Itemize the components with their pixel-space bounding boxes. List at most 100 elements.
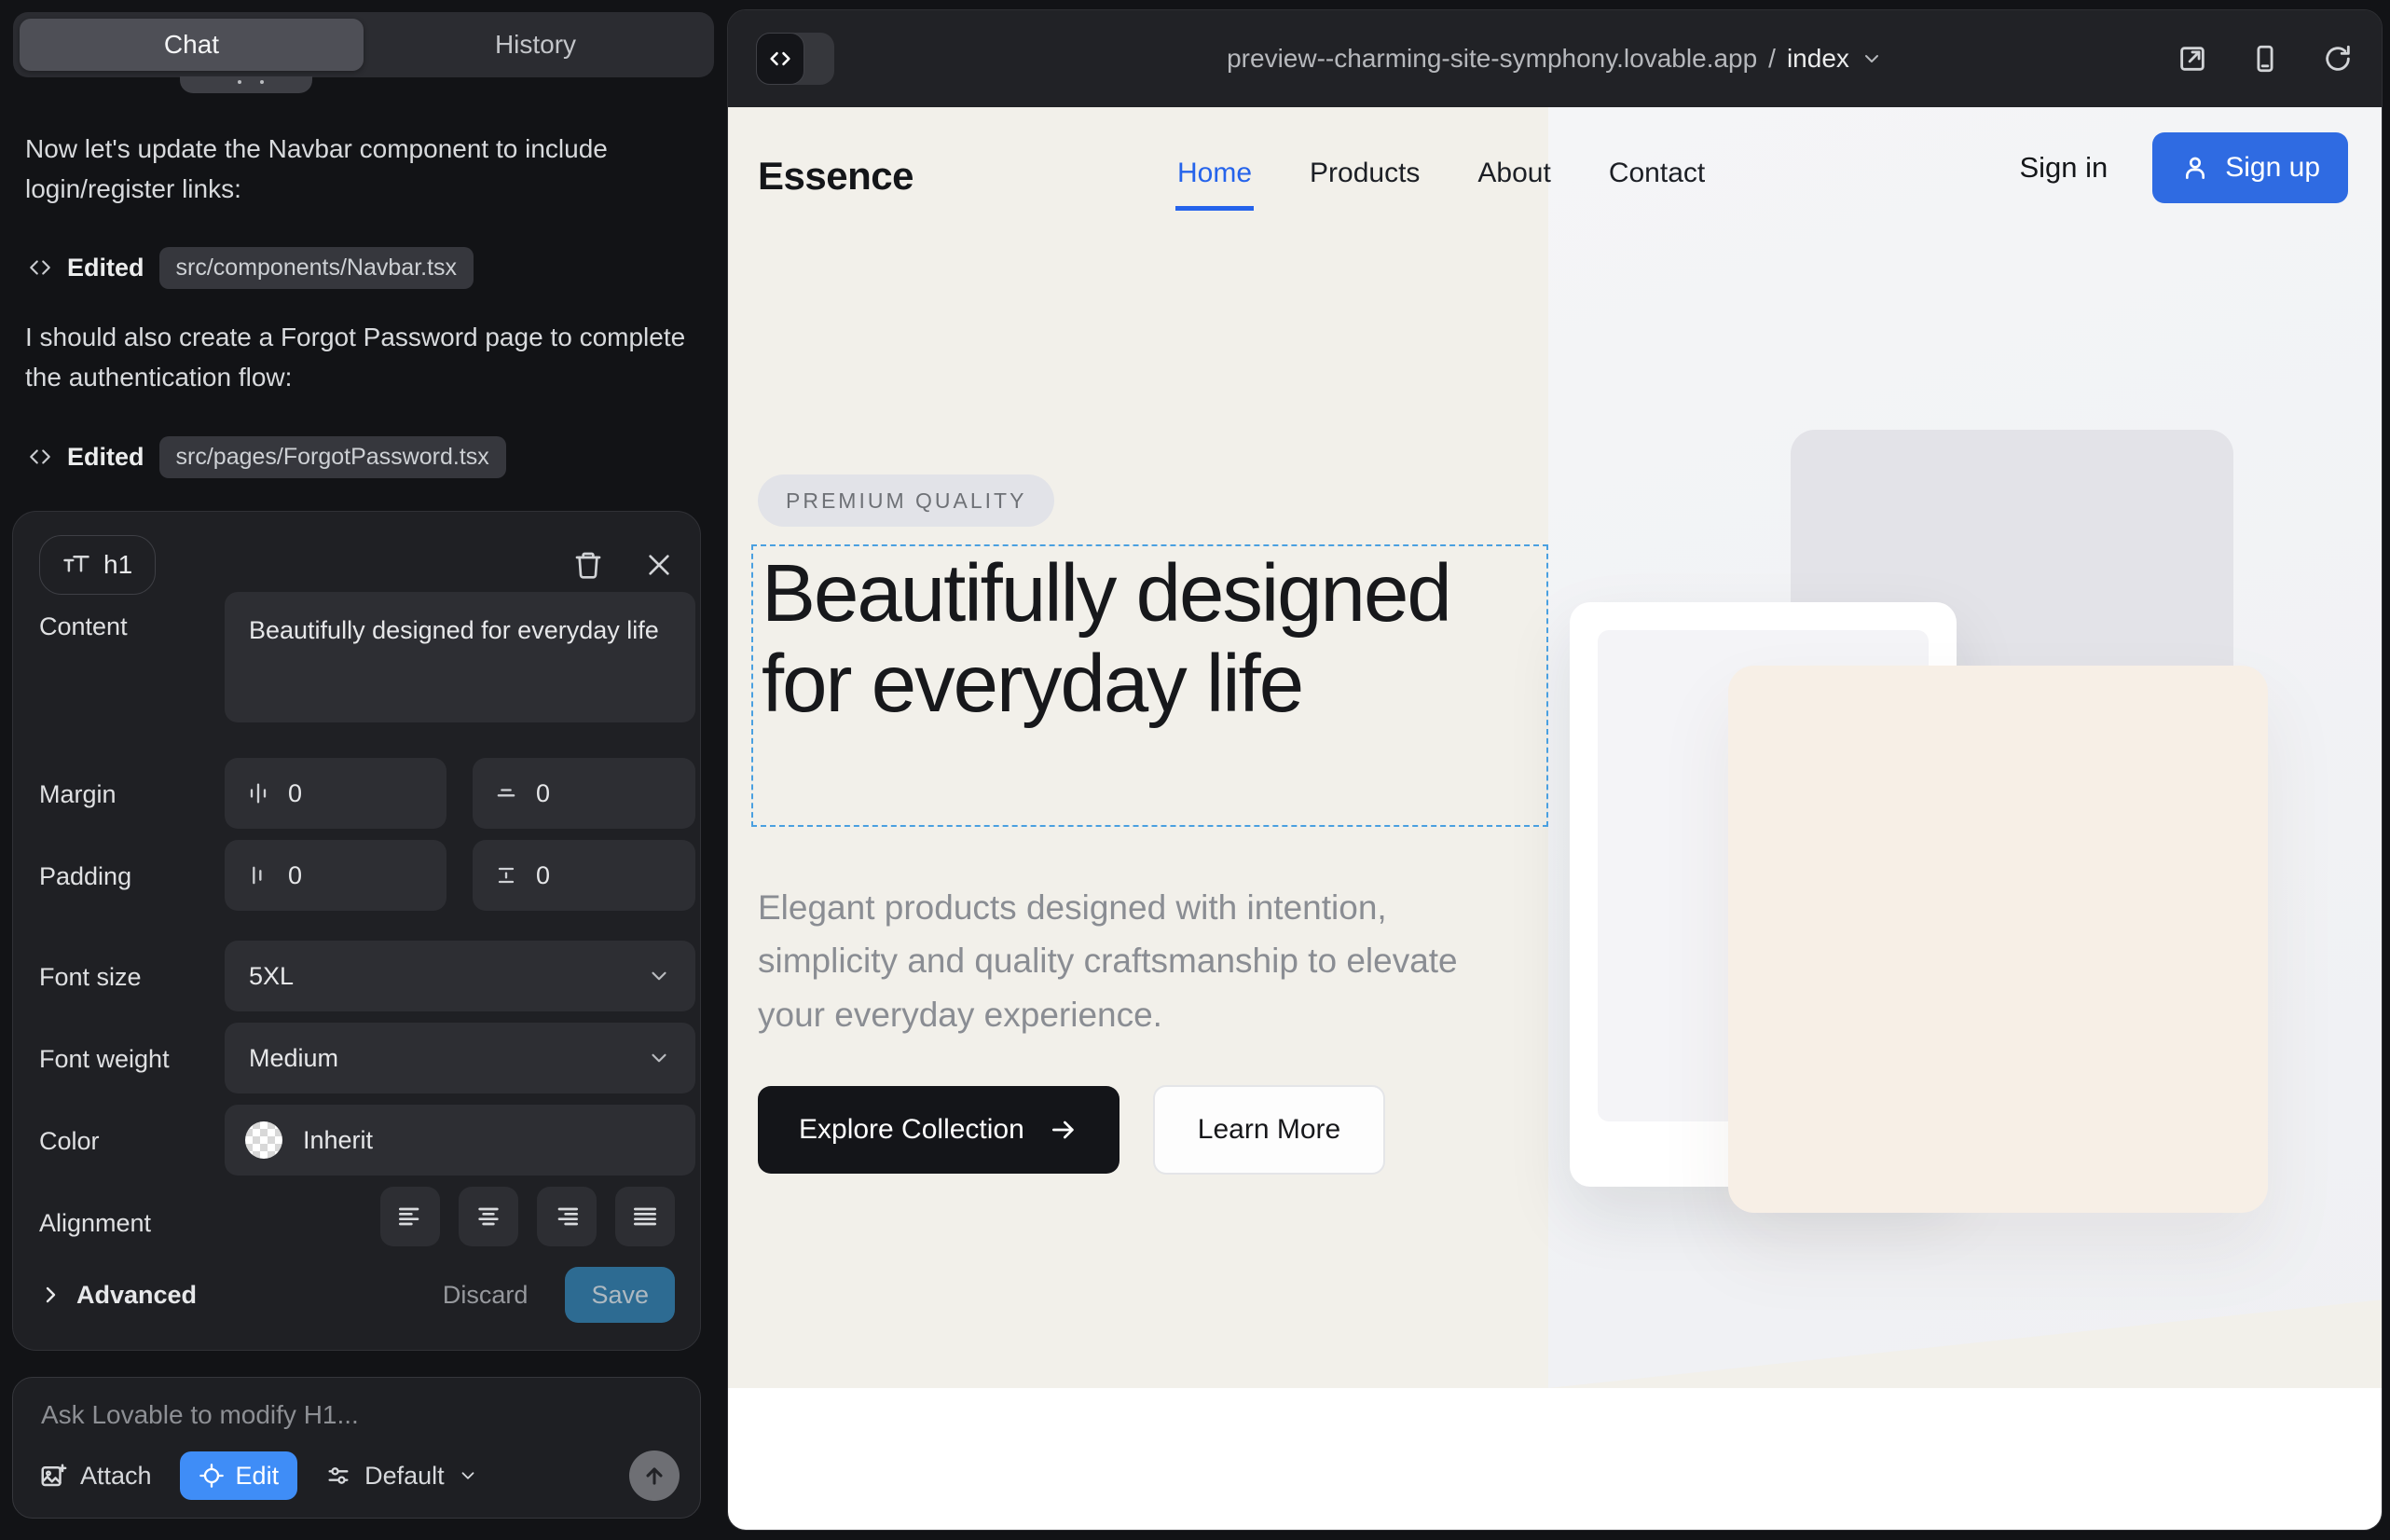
element-tag-label: h1	[103, 550, 132, 580]
open-in-new-tab-button[interactable]	[2177, 43, 2208, 75]
nav-link-products[interactable]: Products	[1308, 126, 1422, 211]
close-editor-button[interactable]	[644, 550, 674, 580]
color-select[interactable]: Inherit	[225, 1105, 695, 1176]
mode-label: Default	[364, 1462, 445, 1491]
model-selector[interactable]: Default	[325, 1462, 478, 1491]
font-weight-select[interactable]: Medium	[225, 1023, 695, 1093]
padding-y-input[interactable]: 0	[473, 840, 695, 911]
lovable-sidebar: Chat History Now let's update the Navbar…	[0, 0, 727, 1540]
margin-horizontal-icon	[245, 780, 271, 806]
element-editor-panel: h1 Content Beautifully designed for ever…	[12, 511, 701, 1351]
learn-more-button[interactable]: Learn More	[1153, 1085, 1385, 1175]
site-nav: Home Products About Contact	[1175, 107, 1707, 228]
nav-link-contact[interactable]: Contact	[1607, 126, 1707, 211]
file-path-pill[interactable]: src/pages/ForgotPassword.tsx	[159, 436, 506, 478]
refresh-icon	[2322, 43, 2354, 75]
decorative-card-cream	[1728, 666, 2268, 1213]
explore-collection-label: Explore Collection	[799, 1114, 1024, 1146]
sign-up-button[interactable]: Sign up	[2152, 132, 2348, 203]
font-weight-value: Medium	[249, 1044, 338, 1073]
chevron-down-icon	[458, 1465, 478, 1486]
sliders-icon	[325, 1463, 351, 1489]
alignment-label: Alignment	[39, 1209, 151, 1238]
code-icon	[28, 255, 52, 280]
chevron-right-icon	[39, 1284, 62, 1306]
nav-link-home[interactable]: Home	[1175, 126, 1254, 211]
code-view-button[interactable]	[756, 33, 804, 85]
smartphone-icon	[2249, 43, 2281, 75]
margin-vertical-icon	[493, 780, 519, 806]
margin-y-input[interactable]: 0	[473, 758, 695, 829]
explore-collection-button[interactable]: Explore Collection	[758, 1086, 1119, 1174]
tab-chat[interactable]: Chat	[20, 19, 364, 71]
view-toggle	[756, 33, 834, 85]
padding-vertical-icon	[493, 862, 519, 888]
margin-label: Margin	[39, 780, 117, 809]
margin-x-value: 0	[288, 779, 302, 808]
code-icon	[28, 445, 52, 469]
element-tag-badge[interactable]: h1	[39, 535, 156, 595]
url-page[interactable]: index	[1787, 44, 1849, 74]
margin-x-input[interactable]: 0	[225, 758, 446, 829]
edit-mode-button[interactable]: Edit	[180, 1451, 298, 1500]
edit-label: Edit	[236, 1462, 280, 1491]
typography-icon	[62, 551, 90, 579]
selected-element-outline[interactable]: Beautifully designed for everyday life	[751, 544, 1548, 827]
nav-link-about[interactable]: About	[1476, 126, 1552, 211]
advanced-toggle[interactable]: Advanced	[39, 1281, 197, 1310]
align-justify-button[interactable]	[615, 1187, 675, 1246]
content-label: Content	[39, 612, 128, 641]
advanced-label: Advanced	[76, 1281, 197, 1310]
assistant-message: Now let's update the Navbar component to…	[25, 129, 691, 210]
font-size-select[interactable]: 5XL	[225, 941, 695, 1011]
chevron-down-icon[interactable]	[1861, 48, 1883, 70]
url-bar: preview--charming-site-symphony.lovable.…	[728, 10, 2382, 107]
font-weight-label: Font weight	[39, 1045, 170, 1074]
edited-file-row[interactable]: Edited src/components/Navbar.tsx	[28, 244, 474, 291]
padding-horizontal-icon	[245, 862, 271, 888]
hero-heading[interactable]: Beautifully designed for everyday life	[762, 548, 1545, 730]
close-icon	[644, 550, 674, 580]
align-left-button[interactable]	[380, 1187, 440, 1246]
preview-window: preview--charming-site-symphony.lovable.…	[727, 9, 2383, 1531]
hero-paragraph: Elegant products designed with intention…	[758, 881, 1513, 1041]
refresh-button[interactable]	[2322, 43, 2354, 75]
padding-x-input[interactable]: 0	[225, 840, 446, 911]
prompt-input[interactable]: Ask Lovable to modify H1...	[41, 1400, 359, 1430]
file-path-pill[interactable]: src/components/Navbar.tsx	[159, 247, 474, 289]
discard-button[interactable]: Discard	[443, 1281, 529, 1310]
url-separator: /	[1768, 44, 1776, 74]
padding-label: Padding	[39, 862, 131, 891]
mobile-preview-button[interactable]	[2249, 43, 2281, 75]
sign-in-link[interactable]: Sign in	[2019, 151, 2108, 185]
site-logo[interactable]: Essence	[758, 154, 913, 199]
send-button[interactable]	[629, 1451, 680, 1501]
trash-icon	[573, 550, 603, 580]
padding-y-value: 0	[536, 861, 550, 890]
edited-label: Edited	[67, 443, 144, 472]
arrow-right-icon	[1049, 1115, 1078, 1145]
edited-file-row[interactable]: Edited src/pages/ForgotPassword.tsx	[28, 433, 506, 480]
delete-element-button[interactable]	[573, 550, 603, 580]
edited-label: Edited	[67, 254, 144, 282]
font-size-label: Font size	[39, 963, 142, 992]
align-right-button[interactable]	[537, 1187, 597, 1246]
hero-badge: PREMIUM QUALITY	[758, 474, 1054, 527]
url-domain: preview--charming-site-symphony.lovable.…	[1227, 44, 1757, 74]
sign-up-label: Sign up	[2225, 152, 2320, 184]
browser-chrome: preview--charming-site-symphony.lovable.…	[728, 10, 2382, 107]
save-button[interactable]: Save	[565, 1267, 675, 1323]
attach-button[interactable]: Attach	[39, 1462, 152, 1491]
color-value: Inherit	[303, 1126, 373, 1155]
color-label: Color	[39, 1127, 100, 1156]
image-plus-icon	[39, 1462, 67, 1490]
content-input[interactable]: Beautifully designed for everyday life	[225, 592, 695, 722]
chevron-down-icon	[647, 964, 671, 988]
truncated-file-pill	[180, 76, 312, 93]
font-size-value: 5XL	[249, 962, 294, 991]
align-center-button[interactable]	[459, 1187, 518, 1246]
site-header: Essence Home Products About Contact Sign…	[728, 107, 2382, 228]
tab-history[interactable]: History	[364, 19, 707, 71]
site-preview: Essence Home Products About Contact Sign…	[728, 107, 2382, 1530]
user-icon	[2180, 153, 2210, 183]
